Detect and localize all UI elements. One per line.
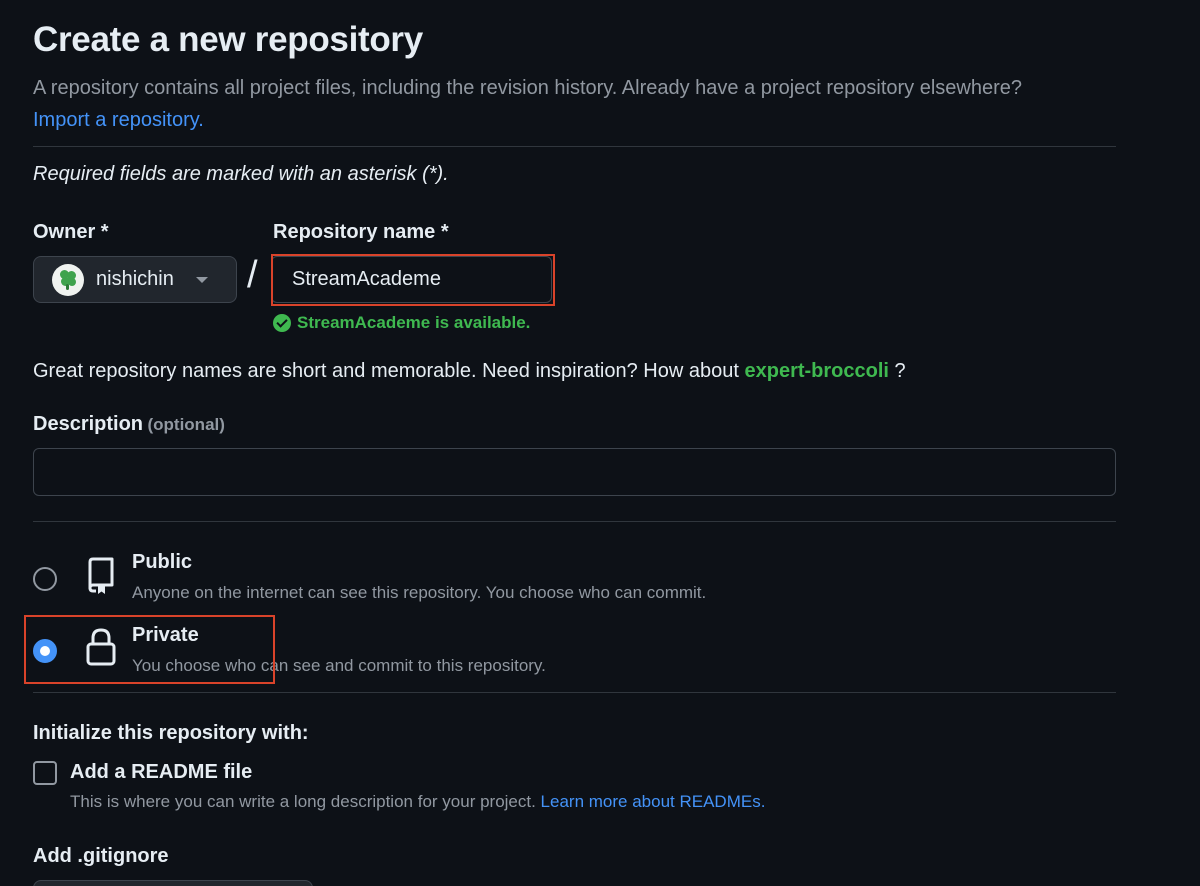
- suggestion-prefix: Great repository names are short and mem…: [33, 360, 745, 382]
- owner-select-button[interactable]: nishichin: [33, 256, 237, 303]
- readme-description: This is where you can write a long descr…: [70, 792, 765, 812]
- gitignore-select-button[interactable]: [33, 880, 313, 886]
- triangle-down-icon: [195, 276, 208, 283]
- readme-desc-text: This is where you can write a long descr…: [70, 792, 541, 811]
- owner-name: nishichin: [96, 268, 174, 290]
- public-radio[interactable]: [33, 567, 57, 591]
- lock-icon: [86, 628, 116, 666]
- divider: [33, 692, 1116, 693]
- page-title: Create a new repository: [33, 20, 423, 59]
- repo-icon: [88, 557, 114, 594]
- description-input[interactable]: [33, 448, 1116, 496]
- required-fields-note: Required fields are marked with an aster…: [33, 163, 449, 185]
- suggested-name-link[interactable]: expert-broccoli: [744, 360, 888, 382]
- description-label-row: Description (optional): [33, 413, 225, 436]
- import-repository-link[interactable]: Import a repository.: [33, 109, 204, 131]
- repository-name-input[interactable]: [271, 256, 552, 303]
- private-option-description: You choose who can see and commit to thi…: [132, 656, 546, 675]
- divider: [33, 146, 1116, 147]
- owner-label: Owner *: [33, 221, 109, 243]
- avatar-icon: [52, 263, 84, 296]
- private-option-title: Private: [132, 624, 199, 646]
- owner-repo-separator: /: [247, 254, 258, 296]
- availability-status: StreamAcademe is available.: [273, 313, 530, 333]
- readme-label: Add a README file: [70, 761, 253, 783]
- divider: [33, 521, 1116, 522]
- intro-text: A repository contains all project files,…: [33, 77, 1023, 99]
- initialize-heading: Initialize this repository with:: [33, 722, 309, 744]
- optional-hint: (optional): [147, 415, 225, 434]
- learn-more-readmes-link[interactable]: Learn more about READMEs.: [541, 792, 766, 811]
- suggestion-suffix: ?: [888, 360, 906, 382]
- gitignore-label: Add .gitignore: [33, 845, 169, 867]
- readme-checkbox[interactable]: [33, 761, 57, 785]
- availability-text: StreamAcademe is available.: [297, 313, 531, 332]
- public-option-title: Public: [132, 551, 193, 573]
- private-radio[interactable]: [33, 639, 57, 663]
- public-option-description: Anyone on the internet can see this repo…: [132, 583, 707, 602]
- repository-name-label: Repository name *: [273, 221, 449, 243]
- description-label: Description: [33, 413, 144, 435]
- page-intro: A repository contains all project files,…: [33, 72, 1053, 136]
- check-circle-fill-icon: [273, 314, 291, 332]
- name-suggestion: Great repository names are short and mem…: [33, 360, 906, 383]
